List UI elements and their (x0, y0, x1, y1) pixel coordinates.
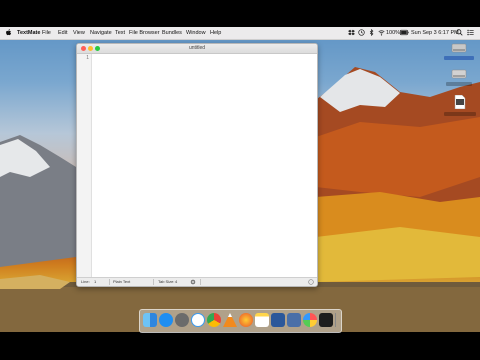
menu-bar: TextMate File Edit View Navigate Text Fi… (0, 27, 480, 40)
spotlight-search-icon[interactable] (456, 29, 463, 36)
document-file-icon[interactable] (454, 95, 466, 109)
window-title: untitled (188, 45, 206, 51)
line-number-gutter: 1 (77, 54, 92, 278)
menu-text[interactable]: Text (115, 29, 125, 37)
tab-size-label[interactable]: Tab Size: (158, 279, 174, 285)
launchpad-icon[interactable] (175, 313, 189, 327)
external-drive-label (446, 82, 472, 86)
menu-app-name[interactable]: TextMate (17, 29, 40, 37)
firefox-icon[interactable] (239, 313, 253, 327)
external-drive-icon[interactable] (451, 68, 467, 80)
safari-icon[interactable] (191, 313, 205, 327)
document-file-label (444, 112, 476, 116)
hard-drive-icon[interactable] (451, 42, 467, 54)
time-machine-icon[interactable] (358, 29, 365, 36)
tab-size-value[interactable]: 4 (175, 279, 177, 285)
menu-view[interactable]: View (73, 29, 85, 37)
hard-drive-label (444, 56, 474, 60)
photos-icon[interactable] (303, 313, 317, 327)
statusbar-divider (153, 279, 154, 285)
screen: TextMate File Edit View Navigate Text Fi… (0, 0, 480, 360)
menu-clock[interactable]: Sun Sep 3 6:17 PM (411, 29, 459, 37)
menu-file-browser[interactable]: File Browser (129, 29, 160, 37)
menu-window[interactable]: Window (186, 29, 206, 37)
macro-record-icon[interactable] (308, 279, 314, 285)
battery-icon[interactable] (400, 29, 409, 36)
wifi-icon[interactable] (378, 29, 385, 36)
notes-icon[interactable] (255, 313, 269, 327)
battery-percentage: 100% (386, 30, 401, 36)
chrome-icon[interactable] (207, 313, 221, 327)
apple-icon[interactable] (6, 29, 12, 36)
language-mode-selector[interactable]: Plain Text (113, 279, 130, 285)
menu-navigate[interactable]: Navigate (90, 29, 112, 37)
word-icon[interactable] (271, 313, 285, 327)
dropbox-icon[interactable] (348, 29, 355, 36)
textmate-window: untitled 1 Line: 1 Plain Text Tab Size: … (76, 43, 318, 287)
notification-center-icon[interactable] (467, 29, 474, 36)
window-statusbar: Line: 1 Plain Text Tab Size: 4 (77, 277, 317, 286)
vlc-icon[interactable] (223, 313, 237, 327)
statusbar-divider (200, 279, 201, 285)
menu-bundles[interactable]: Bundles (162, 29, 182, 37)
text-editor-area[interactable] (92, 54, 317, 278)
line-number: 1 (86, 55, 89, 61)
hex-fiend-icon[interactable] (287, 313, 301, 327)
line-label: Line: (81, 279, 90, 284)
bluetooth-icon[interactable] (368, 29, 375, 36)
app-store-icon[interactable] (159, 313, 173, 327)
menu-file[interactable]: File (42, 29, 51, 37)
settings-gear-icon[interactable] (190, 279, 196, 285)
menu-edit[interactable]: Edit (58, 29, 67, 37)
line-value[interactable]: 1 (94, 279, 96, 285)
dock (139, 309, 342, 333)
statusbar-divider (109, 279, 110, 285)
textmate-icon[interactable] (325, 313, 339, 327)
menu-help[interactable]: Help (210, 29, 221, 37)
finder-icon[interactable] (143, 313, 157, 327)
window-titlebar[interactable]: untitled (77, 44, 317, 54)
